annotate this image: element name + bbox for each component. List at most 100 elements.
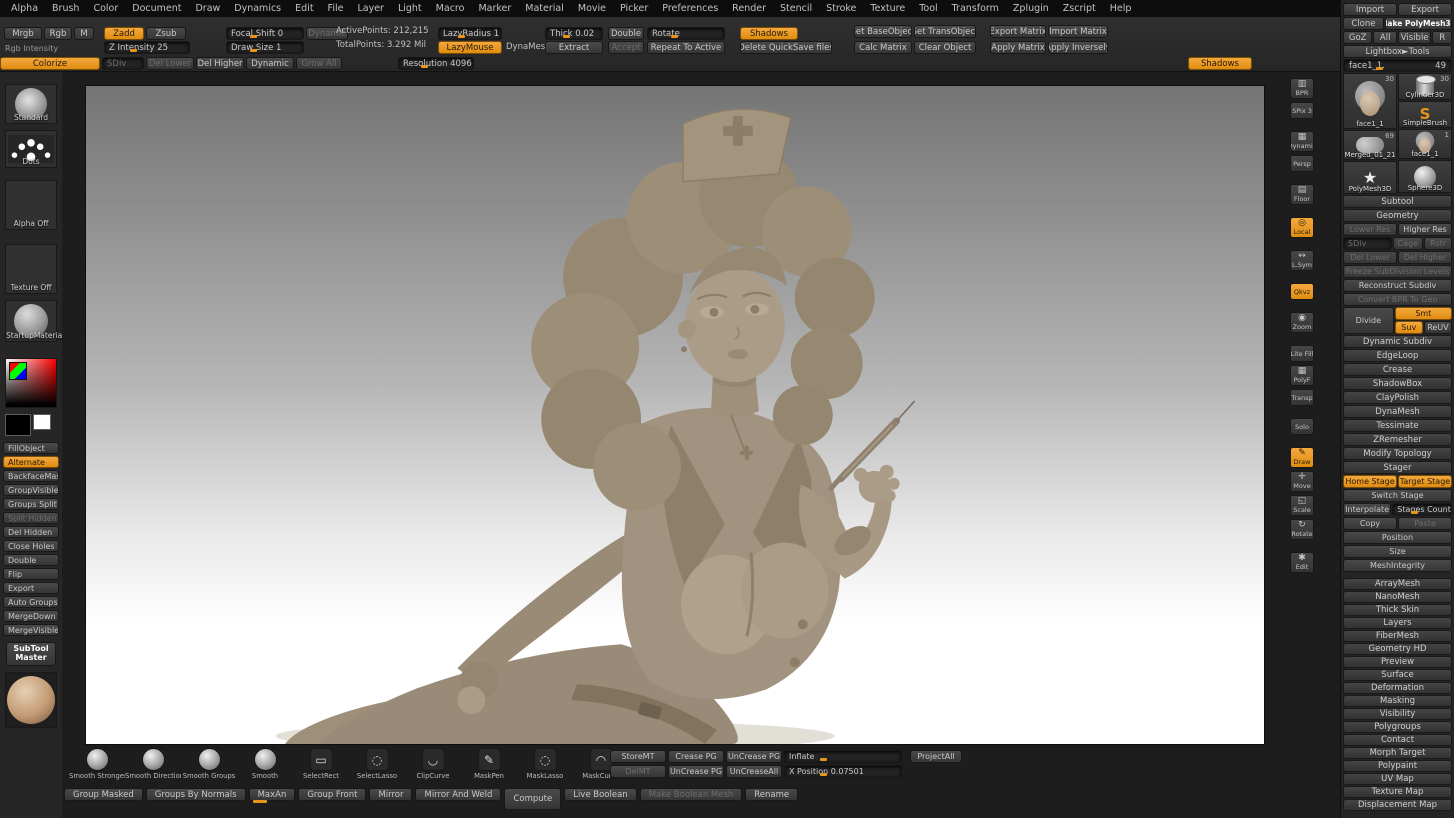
tool-thumb-polymesh3d[interactable]: ★ PolyMesh3D [1343,161,1397,194]
crease-pg-button[interactable]: Crease PG [668,750,724,763]
sidebar-button[interactable]: Flip [3,568,59,580]
subpalette-header[interactable]: Polygroups [1343,721,1452,733]
m-button[interactable]: M [74,27,94,40]
uncrease-pg2-button[interactable]: UnCrease PG [668,765,724,778]
tool-thumb-simplebrush[interactable]: S SimpleBrush [1398,101,1452,128]
tool-thumb-face1-1-small[interactable]: 1 face1_1 [1398,129,1452,159]
thick-slider[interactable]: Thick 0.02 [545,27,603,40]
sidebar-button[interactable]: FillObject [3,442,59,454]
smt-toggle[interactable]: Smt [1395,307,1452,320]
rgb-intensity-slider[interactable]: Rgb Intensity [5,44,58,53]
tool-section-header[interactable]: EdgeLoop [1343,349,1452,362]
size-button[interactable]: Size [1343,545,1452,558]
menu-item[interactable]: Zplugin [1006,2,1056,15]
subpalette-header[interactable]: Deformation [1343,682,1452,694]
bottom-row2-button[interactable]: Mirror [369,788,412,801]
menu-item[interactable]: Macro [429,2,472,15]
menu-item[interactable]: Color [86,2,125,15]
current-material-thumb[interactable]: StartupMaterial [5,300,57,342]
uncrease-pg-button[interactable]: UnCrease PG [726,750,782,763]
sidebar-button[interactable]: Groups Split [3,498,59,510]
tool-thumb-cylinder3d[interactable]: 30 Cylinder3D [1398,73,1452,100]
color-picker[interactable] [5,358,57,408]
subpalette-header[interactable]: UV Map [1343,773,1452,785]
brush-button[interactable]: ▭ SelectRect [294,748,348,780]
del-lower-button[interactable]: Del Lower [146,57,194,70]
zadd-button[interactable]: Zadd [104,27,144,40]
sidebar-button[interactable]: Close Holes [3,540,59,552]
strip-button[interactable]: ▦ Dynamic [1290,131,1314,152]
strip-button[interactable]: Transp [1290,389,1314,406]
apply-inversely-button[interactable]: Apply Inversely [1048,41,1108,54]
position-button[interactable]: Position [1343,531,1452,544]
goz-visible-button[interactable]: Visible [1398,31,1431,44]
home-stage-button[interactable]: Home Stage [1343,475,1397,488]
bottom-row2-button[interactable]: Group Masked [64,788,143,801]
del-lower-button[interactable]: Del Lower [1343,251,1397,264]
del-higher-button[interactable]: Del Higher [1398,251,1452,264]
sidebar-button[interactable]: MergeDown [3,610,59,622]
clear-object-button[interactable]: Clear Object [914,41,976,54]
del-mt-button[interactable]: DelMT [610,765,666,778]
menu-item[interactable]: Texture [863,2,912,15]
brush-button[interactable]: Smooth Directional [126,748,180,780]
convert-bpr-button[interactable]: Convert BPR To Geo [1343,293,1452,306]
import-matrix-button[interactable]: Import Matrix [1048,25,1108,38]
reconstruct-subdiv-button[interactable]: Reconstruct Subdiv [1343,279,1452,292]
subtool-master-button[interactable]: SubTool Master [6,642,56,666]
brush-button[interactable]: ◌ SelectLasso [350,748,404,780]
subpalette-header[interactable]: Thick Skin [1343,604,1452,616]
strip-button[interactable]: ↻ Rotate [1290,519,1314,540]
bottom-row2-button[interactable]: Make Boolean Mesh [640,788,743,801]
menu-item[interactable]: Stroke [819,2,863,15]
current-tool-slider[interactable]: face1_1. 49 [1343,59,1452,72]
tool-section-header[interactable]: Dynamic Subdiv [1343,335,1452,348]
lazy-mouse-button[interactable]: LazyMouse [438,41,502,54]
sidebar-button[interactable]: Auto Groups [3,596,59,608]
calc-matrix-button[interactable]: Calc Matrix [854,41,912,54]
strip-button[interactable]: SPix 3 [1290,102,1314,119]
set-baseobject-button[interactable]: Set BaseObject [854,25,912,38]
lazy-radius-slider[interactable]: LazyRadius 1 [438,27,502,40]
bottom-row2-button[interactable]: Compute [504,788,561,810]
sidebar-button[interactable]: Alternate [3,456,59,468]
strip-button[interactable]: ▥ BPR [1290,78,1314,99]
document-canvas[interactable] [85,85,1265,745]
switch-stage-button[interactable]: Switch Stage [1343,489,1452,502]
colorize-button[interactable]: Colorize [0,57,100,70]
strip-button[interactable]: ▤ Floor [1290,184,1314,205]
suv-toggle[interactable]: Suv [1395,321,1423,334]
current-brush-thumb[interactable]: Standard [5,84,57,124]
stager-section-header[interactable]: Stager [1343,461,1452,474]
export-matrix-button[interactable]: Export Matrix [990,25,1046,38]
sidebar-button[interactable]: BackfaceMask [3,470,59,482]
bottom-row2-button[interactable]: Live Boolean [564,788,636,801]
project-all-button[interactable]: ProjectAll [910,750,962,763]
menu-item[interactable]: Preferences [655,2,725,15]
menu-item[interactable]: Transform [945,2,1006,15]
strip-button[interactable]: ◎ Local [1290,217,1314,238]
menu-item[interactable]: Render [725,2,773,15]
sdiv-slider[interactable]: SDiv [102,57,144,70]
tool-thumb-merged-01-21[interactable]: 69 Merged_01_21 [1343,130,1397,160]
cage-button[interactable]: Cage [1393,237,1424,250]
strip-button[interactable]: ▦ PolyF [1290,365,1314,386]
tool-thumb-face1-1[interactable]: 30 face1_1 [1343,73,1397,129]
shadows-right-button[interactable]: Shadows [1188,57,1252,70]
menu-item[interactable]: Help [1103,2,1139,15]
subpalette-header[interactable]: Contact [1343,734,1452,746]
divide-button[interactable]: Divide [1343,307,1394,334]
menu-item[interactable]: Dynamics [227,2,288,15]
subtool-section-header[interactable]: Subtool [1343,195,1452,208]
paste-button[interactable]: Paste [1398,517,1452,530]
brush-button[interactable]: Smooth Stronger [70,748,124,780]
strip-button[interactable]: ✎ Draw [1290,447,1314,468]
sidebar-button[interactable]: MergeVisible [3,624,59,636]
accept-button[interactable]: Accept [608,41,644,54]
sidebar-button[interactable]: GroupVisible [3,484,59,496]
dynamic-button[interactable]: Dynamic [246,57,294,70]
menu-item[interactable]: Draw [188,2,227,15]
bottom-row2-button[interactable]: Rename [745,788,798,801]
subpalette-header[interactable]: Displacement Map [1343,799,1452,811]
menu-item[interactable]: Marker [471,2,518,15]
